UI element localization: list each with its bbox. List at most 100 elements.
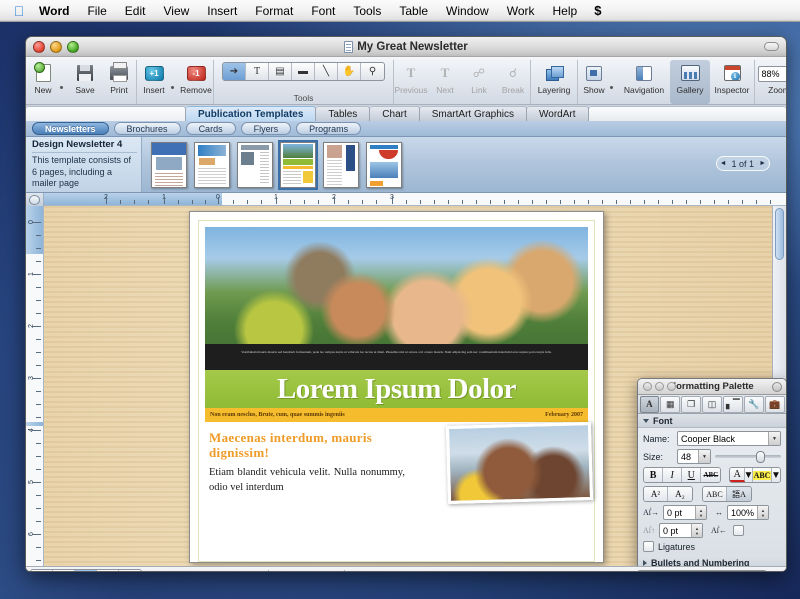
menu-window[interactable]: Window <box>437 0 498 22</box>
alignment-spacing-tab[interactable]: ❐ <box>681 396 701 413</box>
slider-knob[interactable] <box>756 451 765 463</box>
gear-icon[interactable] <box>772 382 782 392</box>
template-thumbnail[interactable] <box>151 142 187 188</box>
outline-view-button[interactable] <box>53 570 75 572</box>
chevron-down-icon[interactable]: ▼ <box>768 432 780 445</box>
template-thumbnail[interactable] <box>366 142 402 188</box>
tagline-bar[interactable]: Non eram nesclus, Brute, cum, quae summi… <box>205 408 588 422</box>
minimize-window-button[interactable] <box>50 41 62 53</box>
palette-zoom-button[interactable] <box>667 382 676 391</box>
menu-table[interactable]: Table <box>390 0 437 22</box>
zoom-loupe-icon[interactable]: ⚲ <box>361 63 384 80</box>
template-thumbnail[interactable] <box>323 142 359 188</box>
link-textbox-button[interactable]: ☍ Link <box>462 60 496 104</box>
new-button[interactable]: New <box>26 60 60 104</box>
palette-minimize-button[interactable] <box>655 382 664 391</box>
toggle-toolbar-button[interactable] <box>764 42 779 51</box>
vertical-ruler[interactable]: 0 1 2 3 4 5 6 <box>26 206 44 566</box>
ruler-origin-button[interactable] <box>26 193 44 206</box>
arrow-select-icon[interactable]: ➔ <box>223 63 246 80</box>
menu-view[interactable]: View <box>154 0 198 22</box>
change-case-button[interactable]: ABC <box>703 487 727 501</box>
shape-icon[interactable]: ▬ <box>292 63 315 80</box>
tab-publication-templates[interactable]: Publication Templates <box>186 106 316 121</box>
stepper-icon[interactable]: ▲▼ <box>691 524 702 537</box>
menu-help[interactable]: Help <box>544 0 587 22</box>
menu-insert[interactable]: Insert <box>198 0 246 22</box>
all-contents-tab[interactable]: All Contents <box>638 571 701 573</box>
next-page-icon[interactable]: ► <box>759 160 766 167</box>
layering-button[interactable]: Layering <box>531 60 577 104</box>
category-brochures[interactable]: Brochures <box>114 122 181 135</box>
content-view-tabs[interactable]: All Contents Master Pages <box>637 570 767 573</box>
underline-button[interactable]: U <box>682 468 701 482</box>
tools-wrench-tab[interactable]: 🔧 <box>744 396 764 413</box>
tab-smartart-graphics[interactable]: SmartArt Graphics <box>420 106 527 121</box>
hero-photo[interactable]: Vestibulum mauris mauris sed hendrerit f… <box>205 227 588 370</box>
insert-page-button[interactable]: +1 Insert <box>137 60 171 104</box>
chevron-down-icon[interactable]: ▼ <box>698 450 710 463</box>
menu-work[interactable]: Work <box>498 0 544 22</box>
template-thumbnail-selected[interactable] <box>280 142 316 188</box>
font-color-buttons[interactable]: A ▼ ABC ▼ <box>729 467 781 483</box>
menu-file[interactable]: File <box>78 0 115 22</box>
toolbox-charts-tab[interactable]: ▖▔ <box>723 396 743 413</box>
gallery-button[interactable]: Gallery <box>670 60 710 104</box>
prev-page-icon[interactable]: ◄ <box>720 160 727 167</box>
strikethrough-button[interactable]: ABC <box>701 468 720 482</box>
insert-dropdown-dot-icon[interactable] <box>171 60 179 104</box>
navigation-button[interactable]: Navigation <box>618 60 670 104</box>
inspector-button[interactable]: Inspector <box>710 60 754 104</box>
stepper-icon[interactable]: ▲▼ <box>695 506 706 519</box>
category-newsletters[interactable]: Newsletters <box>32 122 109 135</box>
window-controls[interactable] <box>33 41 79 53</box>
line-icon[interactable]: ╲ <box>315 63 338 80</box>
tools-segmented-control[interactable]: ➔ T ▤ ▬ ╲ ✋ ⚲ <box>222 62 385 81</box>
toolbox-case-tab[interactable]: 💼 <box>765 396 785 413</box>
maximize-window-button[interactable] <box>67 41 79 53</box>
tab-chart[interactable]: Chart <box>370 106 419 121</box>
font-size-slider[interactable] <box>715 450 781 463</box>
case-buttons[interactable]: ABC 語A <box>702 486 752 502</box>
template-thumbnail[interactable] <box>237 142 273 188</box>
masthead-bar[interactable]: Lorem Ipsum Dolor <box>205 370 588 408</box>
formatting-palette-title-bar[interactable]: Formatting Palette <box>638 379 786 395</box>
publishing-layout-view-button[interactable] <box>75 570 97 572</box>
next-textbox-button[interactable]: T Next <box>428 60 462 104</box>
font-tab[interactable]: A <box>640 396 660 413</box>
remove-page-button[interactable]: -1 Remove <box>179 60 213 104</box>
font-style-buttons[interactable]: B I U ABC <box>643 467 721 483</box>
asian-typography-button[interactable]: 語A <box>727 487 751 501</box>
highlight-button[interactable]: ABC <box>753 468 772 482</box>
character-spacing-field[interactable]: 0 pt ▲▼ <box>663 505 707 520</box>
menu-tools[interactable]: Tools <box>344 0 390 22</box>
baseline-shift-field[interactable]: 0 pt ▲▼ <box>659 523 703 538</box>
gallery-page-nav[interactable]: ◄ 1 of 1 ► <box>716 156 770 171</box>
window-resize-grip[interactable] <box>771 571 783 573</box>
stepper-icon[interactable]: ▲▼ <box>757 506 768 519</box>
category-cards[interactable]: Cards <box>186 122 236 135</box>
story-body-text[interactable]: Etiam blandit vehicula velit. Nulla nonu… <box>209 460 405 495</box>
italic-button[interactable]: I <box>663 468 682 482</box>
issue-date[interactable]: February 2007 <box>545 412 583 418</box>
hand-pan-icon[interactable]: ✋ <box>338 63 361 80</box>
notebook-layout-view-button[interactable] <box>119 570 141 572</box>
chevron-down-icon[interactable]: ▼ <box>787 67 788 81</box>
highlight-dropdown-icon[interactable]: ▼ <box>772 468 780 482</box>
secondary-photo[interactable] <box>446 422 593 504</box>
section-font-header[interactable]: Font <box>638 414 786 428</box>
save-button[interactable]: Save <box>68 60 102 104</box>
menu-format[interactable]: Format <box>246 0 302 22</box>
formatting-palette[interactable]: Formatting Palette A ▦ ❐ ◫ ▖▔ 🔧 💼 Font N… <box>637 378 787 572</box>
ligatures-checkbox[interactable] <box>643 541 654 552</box>
text-box-icon[interactable]: T <box>246 63 269 80</box>
palette-window-controls[interactable] <box>643 382 676 391</box>
category-flyers[interactable]: Flyers <box>241 122 292 135</box>
newsletter-page[interactable]: Vestibulum mauris mauris sed hendrerit f… <box>189 211 604 563</box>
view-switch-buttons[interactable] <box>30 569 142 572</box>
linked-text-box-icon[interactable]: ▤ <box>269 63 292 80</box>
kerning-checkbox[interactable] <box>733 525 744 536</box>
superscript-button[interactable]: A² <box>644 487 668 501</box>
print-layout-view-button[interactable] <box>97 570 119 572</box>
menu-font[interactable]: Font <box>302 0 344 22</box>
